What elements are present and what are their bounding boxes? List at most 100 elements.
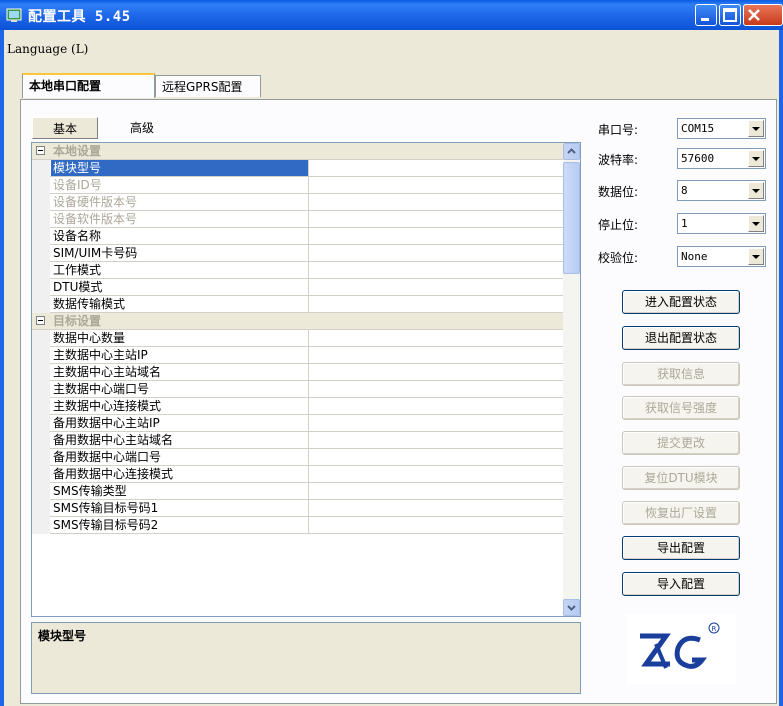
tab-local-serial[interactable]: 本地串口配置 xyxy=(22,73,155,98)
chevron-up-icon xyxy=(567,148,576,154)
property-row[interactable]: SIM/UIM卡号码 xyxy=(32,245,563,262)
property-value[interactable] xyxy=(309,194,563,210)
property-name: 备用数据中心端口号 xyxy=(51,449,309,465)
enter-config-button[interactable]: 进入配置状态 xyxy=(622,290,740,314)
dropdown-arrow-icon[interactable] xyxy=(748,215,764,232)
property-row[interactable]: 数据传输模式 xyxy=(32,296,563,313)
collapse-icon[interactable] xyxy=(36,146,45,155)
property-row[interactable]: 设备名称 xyxy=(32,228,563,245)
property-value[interactable] xyxy=(309,449,563,465)
menu-language[interactable]: Language (L) xyxy=(4,42,91,56)
property-name: SIM/UIM卡号码 xyxy=(51,245,309,261)
property-value[interactable] xyxy=(309,177,563,193)
factory-reset-button[interactable]: 恢复出厂设置 xyxy=(622,501,740,525)
property-row[interactable]: 模块型号 xyxy=(32,160,563,177)
property-row[interactable]: 主数据中心主站域名 xyxy=(32,364,563,381)
window-title: 配置工具 5.45 xyxy=(28,9,131,25)
property-value[interactable] xyxy=(309,432,563,448)
property-row[interactable]: 设备硬件版本号 xyxy=(32,194,563,211)
collapse-icon[interactable] xyxy=(36,316,45,325)
subtab-basic[interactable]: 基本 xyxy=(32,117,98,139)
tab-remote-gprs[interactable]: 远程GPRS配置 xyxy=(155,75,261,97)
title-bar[interactable]: 配置工具 5.45 xyxy=(0,0,783,30)
property-value[interactable] xyxy=(309,279,563,295)
scroll-down-button[interactable] xyxy=(563,599,580,616)
property-name: DTU模式 xyxy=(51,279,309,295)
property-value[interactable] xyxy=(309,245,563,261)
property-row[interactable]: 备用数据中心主站IP xyxy=(32,415,563,432)
property-name: SMS传输目标号码1 xyxy=(51,500,309,516)
property-value[interactable] xyxy=(309,160,563,176)
baud-label: 波特率: xyxy=(598,153,639,167)
property-row[interactable]: 备用数据中心连接模式 xyxy=(32,466,563,483)
exit-config-button[interactable]: 退出配置状态 xyxy=(622,326,740,350)
property-row[interactable]: DTU模式 xyxy=(32,279,563,296)
reset-dtu-button[interactable]: 复位DTU模块 xyxy=(622,466,740,490)
baud-value: 57600 xyxy=(681,152,715,165)
property-value[interactable] xyxy=(309,364,563,380)
property-name: SMS传输类型 xyxy=(51,483,309,499)
dropdown-arrow-icon[interactable] xyxy=(748,150,764,167)
property-value[interactable] xyxy=(309,483,563,499)
grid-scrollbar[interactable] xyxy=(563,143,580,616)
property-value[interactable] xyxy=(309,415,563,431)
get-signal-button[interactable]: 获取信号强度 xyxy=(622,396,740,420)
category-label: 目标设置 xyxy=(53,314,102,328)
category-target-settings[interactable]: 目标设置 xyxy=(32,313,563,330)
property-row[interactable]: 备用数据中心主站域名 xyxy=(32,432,563,449)
dropdown-arrow-icon[interactable] xyxy=(748,120,764,137)
property-row[interactable]: 主数据中心端口号 xyxy=(32,381,563,398)
stopbits-select[interactable]: 1 xyxy=(677,213,766,234)
property-name: 主数据中心端口号 xyxy=(51,381,309,397)
property-name: 备用数据中心主站域名 xyxy=(51,432,309,448)
submit-changes-button[interactable]: 提交更改 xyxy=(622,431,740,455)
property-value[interactable] xyxy=(309,296,563,312)
maximize-button[interactable] xyxy=(719,4,741,26)
property-row[interactable]: 备用数据中心端口号 xyxy=(32,449,563,466)
property-grid[interactable]: 本地设置 模块型号 设备ID号 设备硬件版本号 设备软件版本号 设备名称 SIM… xyxy=(31,142,581,617)
window-frame-right xyxy=(779,30,783,706)
window-frame-left xyxy=(0,30,4,706)
subtab-advanced[interactable]: 高级 xyxy=(112,117,172,139)
dropdown-arrow-icon[interactable] xyxy=(748,248,764,265)
close-button[interactable] xyxy=(743,4,783,26)
dropdown-arrow-icon[interactable] xyxy=(748,182,764,199)
property-row[interactable]: 工作模式 xyxy=(32,262,563,279)
parity-select[interactable]: None xyxy=(677,246,766,267)
port-label: 串口号: xyxy=(598,123,639,137)
property-value[interactable] xyxy=(309,228,563,244)
databits-select[interactable]: 8 xyxy=(677,180,766,201)
property-value[interactable] xyxy=(309,347,563,363)
property-row[interactable]: SMS传输目标号码2 xyxy=(32,517,563,534)
scroll-up-button[interactable] xyxy=(563,143,580,160)
property-name: 备用数据中心连接模式 xyxy=(51,466,309,482)
property-value[interactable] xyxy=(309,211,563,227)
property-value[interactable] xyxy=(309,500,563,516)
description-title: 模块型号 xyxy=(38,629,87,643)
property-row[interactable]: 主数据中心连接模式 xyxy=(32,398,563,415)
minimize-button[interactable] xyxy=(695,4,717,26)
port-select[interactable]: COM15 xyxy=(677,118,766,139)
property-row[interactable]: SMS传输目标号码1 xyxy=(32,500,563,517)
property-name: 设备ID号 xyxy=(51,177,309,193)
property-row[interactable]: SMS传输类型 xyxy=(32,483,563,500)
category-local-settings[interactable]: 本地设置 xyxy=(32,143,563,160)
parity-label: 校验位: xyxy=(598,251,639,265)
export-config-button[interactable]: 导出配置 xyxy=(622,536,740,560)
property-value[interactable] xyxy=(309,517,563,533)
property-row[interactable]: 设备ID号 xyxy=(32,177,563,194)
property-value[interactable] xyxy=(309,466,563,482)
property-row[interactable]: 数据中心数量 xyxy=(32,330,563,347)
property-name: 备用数据中心主站IP xyxy=(51,415,309,431)
scroll-thumb[interactable] xyxy=(563,162,580,274)
property-row[interactable]: 主数据中心主站IP xyxy=(32,347,563,364)
property-value[interactable] xyxy=(309,262,563,278)
import-config-button[interactable]: 导入配置 xyxy=(622,572,740,596)
property-value[interactable] xyxy=(309,381,563,397)
get-info-button[interactable]: 获取信息 xyxy=(622,362,740,386)
property-name: 数据传输模式 xyxy=(51,296,309,312)
property-value[interactable] xyxy=(309,398,563,414)
baud-select[interactable]: 57600 xyxy=(677,148,766,169)
property-row[interactable]: 设备软件版本号 xyxy=(32,211,563,228)
property-value[interactable] xyxy=(309,330,563,346)
